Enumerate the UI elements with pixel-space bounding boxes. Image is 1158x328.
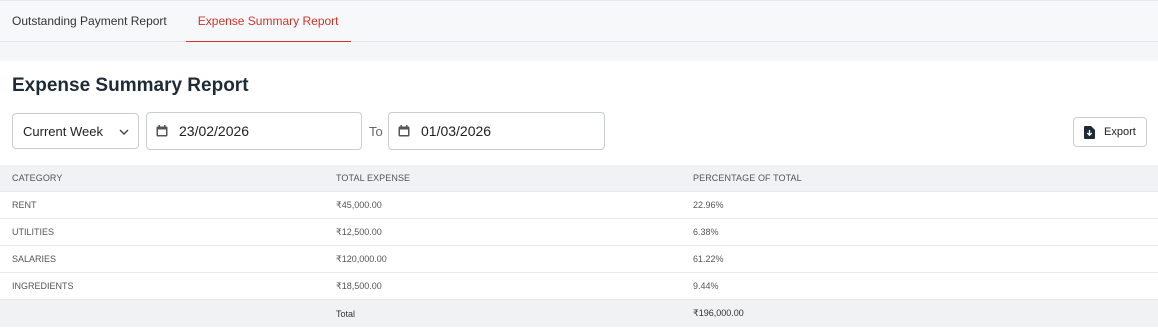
table-row: UTILITIES ₹12,500.00 6.38% — [0, 218, 1158, 246]
expense-cell: ₹45,000.00 — [324, 191, 681, 219]
date-range-value: Current Week — [23, 123, 103, 139]
table-row: RENT ₹45,000.00 22.96% — [0, 191, 1158, 219]
to-date-field[interactable]: 01/03/2026 — [388, 112, 605, 150]
to-label: To — [369, 124, 383, 139]
table-header-row: CATEGORY TOTAL EXPENSE PERCENTAGE OF TOT… — [0, 165, 1158, 192]
category-cell: UTILITIES — [0, 218, 324, 246]
calendar-icon — [398, 125, 410, 137]
column-header-total-expense: TOTAL EXPENSE — [324, 165, 681, 192]
expense-cell: ₹18,500.00 — [324, 272, 681, 300]
export-button[interactable]: Export — [1073, 117, 1147, 147]
percentage-cell: 22.96% — [681, 191, 1158, 219]
category-cell: RENT — [0, 191, 324, 219]
total-empty-cell — [0, 299, 324, 327]
file-download-icon — [1084, 125, 1095, 139]
table-row: INGREDIENTS ₹18,500.00 9.44% — [0, 272, 1158, 300]
category-cell: INGREDIENTS — [0, 272, 324, 300]
filter-bar: Current Week 23/02/2026 To 01/03/2026 Ex… — [12, 112, 1147, 150]
report-tabs: Outstanding Payment Report Expense Summa… — [0, 0, 1158, 42]
export-label: Export — [1104, 126, 1136, 138]
calendar-icon — [156, 125, 168, 137]
from-date-value: 23/02/2026 — [179, 123, 250, 139]
tab-outstanding-payment-report[interactable]: Outstanding Payment Report — [0, 1, 186, 41]
expense-cell: ₹12,500.00 — [324, 218, 681, 246]
page-title: Expense Summary Report — [12, 75, 249, 96]
percentage-cell: 6.38% — [681, 218, 1158, 246]
percentage-cell: 9.44% — [681, 272, 1158, 300]
column-header-percentage: PERCENTAGE OF TOTAL — [681, 165, 1158, 192]
expense-summary-table: CATEGORY TOTAL EXPENSE PERCENTAGE OF TOT… — [0, 165, 1158, 327]
total-value: ₹196,000.00 — [681, 299, 1158, 327]
category-cell: SALARIES — [0, 245, 324, 273]
date-range-select[interactable]: Current Week — [12, 113, 139, 149]
total-label: Total — [324, 299, 681, 327]
from-date-field[interactable]: 23/02/2026 — [146, 112, 362, 150]
percentage-cell: 61.22% — [681, 245, 1158, 273]
chevron-down-icon — [119, 129, 129, 135]
column-header-category: CATEGORY — [0, 165, 324, 192]
table-row: SALARIES ₹120,000.00 61.22% — [0, 245, 1158, 273]
total-row: Total ₹196,000.00 — [0, 299, 1158, 327]
tab-expense-summary-report[interactable]: Expense Summary Report — [185, 1, 351, 42]
section-gap — [0, 42, 1158, 61]
to-date-value: 01/03/2026 — [421, 123, 492, 139]
expense-cell: ₹120,000.00 — [324, 245, 681, 273]
